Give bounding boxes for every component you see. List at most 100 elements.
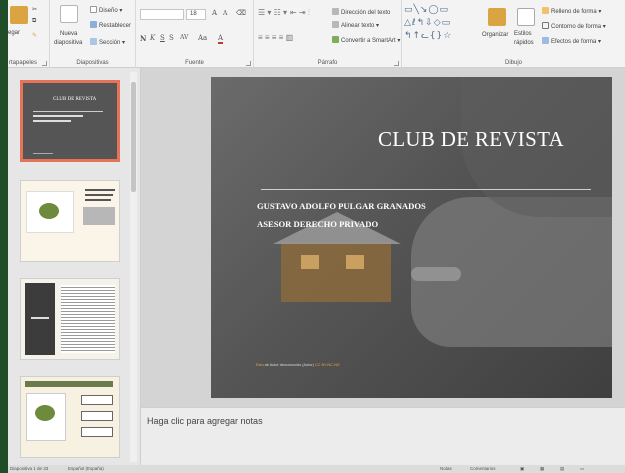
language-indicator[interactable]: Español (España) [68, 466, 104, 471]
slide-presenter-role[interactable]: ASESOR DERECHO PRIVADO [257, 219, 378, 229]
paste-button[interactable]: egar [8, 30, 20, 36]
grow-font-button[interactable]: A [212, 9, 217, 17]
shape-outline-button[interactable]: Contorno de forma ▾ [542, 22, 606, 30]
thumbnail-4-box [81, 411, 113, 421]
sorter-view-icon[interactable]: ▦ [540, 466, 544, 472]
slide-thumbnails-pane[interactable]: CLUB DE REVISTA [8, 68, 141, 465]
smartart-icon [332, 36, 339, 43]
slide-presenter-name[interactable]: GUSTAVO ADOLFO PULGAR GRANADOS [257, 201, 426, 211]
layout-button[interactable]: Diseño ▾ [90, 6, 122, 14]
notes-pane[interactable]: Haga clic para agregar notas [141, 407, 625, 465]
italic-button[interactable]: K [150, 34, 155, 42]
thumbnail-4[interactable] [12, 376, 128, 460]
change-case-button[interactable]: Aa [198, 34, 207, 42]
thumbnail-2-photo [83, 207, 115, 225]
thumbnail-1-footnote [33, 153, 53, 154]
paragraph-launcher-icon[interactable] [394, 61, 399, 66]
shapes-gallery-row2[interactable]: △ℓ↰⇩◇▭ [404, 18, 451, 28]
thumbnail-3-panel-caption [31, 317, 49, 319]
thumbnail-1-rule [33, 111, 103, 112]
underline-button[interactable]: S [160, 34, 165, 42]
status-bar: Diapositiva 1 de 33 Español (España) Not… [8, 465, 625, 473]
normal-view-icon[interactable]: ▣ [520, 466, 524, 472]
thumbnail-2-frame[interactable] [20, 180, 120, 262]
text-direction-icon [332, 8, 339, 15]
clipboard-group: egar ✂ ⧉ ✎ rtapapeles [8, 0, 50, 68]
notes-toggle-button[interactable]: Notas [440, 466, 452, 471]
font-launcher-icon[interactable] [246, 61, 251, 66]
reset-label: Restablecer [99, 23, 132, 29]
photo-keys-shape [411, 267, 461, 281]
text-direction-button[interactable]: Dirección del texto [332, 8, 390, 16]
new-slide-button-line2[interactable]: diapositiva [54, 40, 82, 46]
thumbnails-scrollbar[interactable] [130, 72, 137, 462]
notes-placeholder[interactable]: Haga clic para agregar notas [147, 416, 263, 426]
thumbnail-3[interactable] [12, 278, 128, 362]
shape-outline-icon [542, 22, 549, 29]
slide-editor[interactable]: CLUB DE REVISTA GUSTAVO ADOLFO PULGAR GR… [141, 68, 625, 407]
text-direction-label: Dirección del texto [341, 10, 391, 16]
paste-icon[interactable] [10, 6, 28, 24]
clipboard-launcher-icon[interactable] [42, 61, 47, 66]
thumbnail-1-frame[interactable]: CLUB DE REVISTA [20, 80, 120, 162]
current-slide[interactable]: CLUB DE REVISTA GUSTAVO ADOLFO PULGAR GR… [211, 77, 612, 398]
font-group-label: Fuente [185, 60, 204, 66]
shadow-button[interactable]: S [169, 34, 174, 42]
slideshow-icon[interactable]: ▭ [580, 466, 584, 472]
thumbnail-4-header [25, 381, 113, 387]
quick-styles-button[interactable]: Estilos [514, 31, 532, 37]
section-label: Sección [99, 40, 121, 46]
format-painter-icon[interactable]: ✎ [32, 32, 37, 39]
reading-view-icon[interactable]: ▤ [560, 466, 564, 472]
shape-fill-icon [542, 7, 549, 14]
drawing-group: ▭╲↘◯▭ △ℓ↰⇩◇▭ ↰↑ᓚ{}☆ Organizar Estilos rá… [402, 0, 625, 68]
cut-icon[interactable]: ✂ [32, 6, 37, 13]
photo-house-window [346, 255, 364, 269]
credit-link-2[interactable]: CC BY-NC-ND [315, 363, 340, 367]
reset-button[interactable]: Restablecer [90, 21, 131, 29]
align-text-button[interactable]: Alinear texto ▾ [332, 21, 379, 29]
indent-icon[interactable]: ⇤ ⇥ ⫶ [290, 8, 310, 18]
bold-button[interactable]: N [140, 34, 146, 43]
comments-toggle-button[interactable]: Comentarios [470, 466, 496, 471]
shape-effects-button[interactable]: Efectos de forma ▾ [542, 37, 601, 45]
thumbnail-4-frame[interactable] [20, 376, 120, 458]
copy-icon[interactable]: ⧉ [32, 18, 36, 25]
organize-icon[interactable] [488, 8, 506, 26]
font-name-combo[interactable] [140, 9, 184, 20]
slide-title[interactable]: CLUB DE REVISTA [331, 127, 611, 152]
quick-styles-button-line2[interactable]: rápidos [514, 40, 534, 46]
drawing-group-label: Dibujo [504, 60, 522, 66]
reset-icon [90, 21, 97, 28]
shape-outline-label: Contorno de forma [551, 24, 602, 30]
section-icon [90, 38, 97, 45]
new-slide-button[interactable]: Nueva [60, 31, 77, 37]
thumbnail-1[interactable]: CLUB DE REVISTA [12, 80, 128, 164]
shrink-font-button[interactable]: A [223, 10, 227, 17]
organize-button[interactable]: Organizar [482, 32, 508, 38]
thumbnail-1-line [33, 120, 71, 122]
char-spacing-button[interactable]: AV [180, 34, 188, 41]
new-slide-icon[interactable] [60, 5, 78, 23]
bullets-icon[interactable]: ☰ ▾ ☷ ▾ [258, 8, 287, 17]
quick-styles-icon[interactable] [517, 8, 535, 26]
section-button[interactable]: Sección ▾ [90, 38, 125, 46]
thumbnail-2-logo [39, 203, 59, 219]
shapes-gallery-row1[interactable]: ▭╲↘◯▭ [404, 5, 449, 15]
thumbnail-2-text [85, 189, 115, 191]
slides-group: Nueva diapositiva Diseño ▾ Restablecer S… [50, 0, 136, 68]
font-color-button[interactable]: A [218, 34, 224, 44]
thumbnail-3-frame[interactable] [20, 278, 120, 360]
thumbnails-scrollbar-thumb[interactable] [131, 82, 136, 192]
clear-format-icon[interactable]: ⌫ [236, 9, 246, 17]
shape-fill-button[interactable]: Relleno de forma ▾ [542, 7, 601, 15]
font-size-combo[interactable]: 18 [186, 9, 206, 20]
convert-smartart-button[interactable]: Convertir a SmartArt ▾ [332, 36, 400, 44]
thumbnail-2[interactable] [12, 180, 128, 264]
layout-icon [90, 6, 97, 13]
slide-photo-credit[interactable]: Esta de Autor desconocido (Autor) CC BY-… [256, 363, 340, 367]
credit-link-1[interactable]: Esta [256, 363, 264, 367]
align-icons[interactable]: ≡ ≡ ≡ ≡ ▥ [258, 33, 293, 42]
shapes-gallery-row3[interactable]: ↰↑ᓚ{}☆ [404, 31, 452, 41]
smartart-label: Convertir a SmartArt [341, 38, 396, 44]
